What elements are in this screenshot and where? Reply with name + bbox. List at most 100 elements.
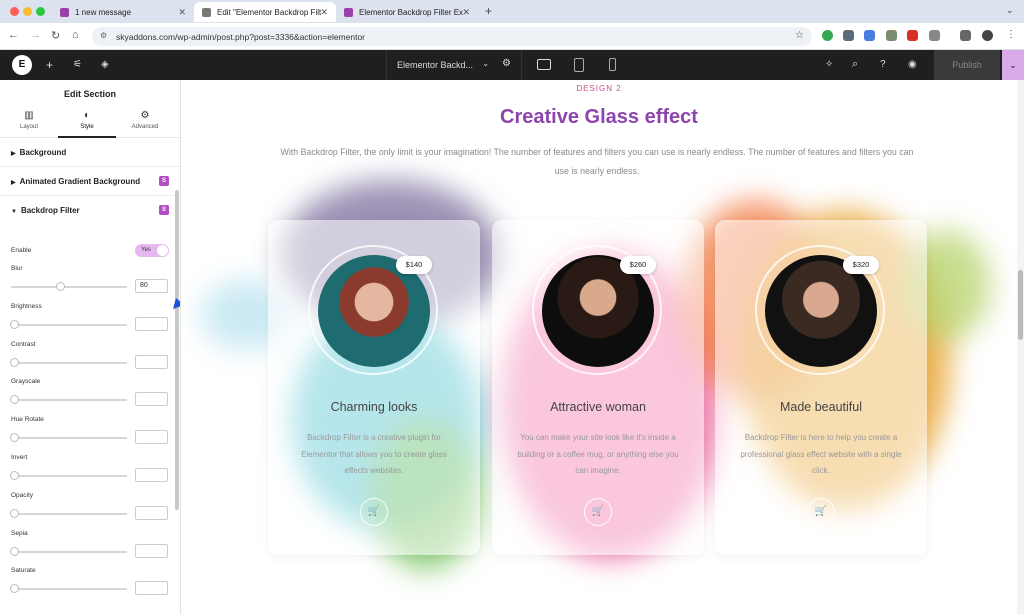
section-animated-gradient[interactable]: ▶ Animated Gradient Background S — [0, 167, 180, 196]
tab-list-chevron-icon[interactable]: ⌄ — [1006, 5, 1014, 16]
tab-label: Advanced — [131, 124, 159, 130]
control-value-input[interactable] — [135, 581, 168, 596]
control-label: Opacity — [11, 491, 34, 499]
control-slider[interactable] — [10, 471, 127, 480]
cart-button[interactable]: 🛒 — [584, 498, 612, 526]
back-icon[interactable]: ← — [8, 29, 19, 41]
home-icon[interactable]: ⌂ — [72, 29, 79, 41]
control-label: Blur — [11, 265, 23, 272]
page-title-dropdown[interactable]: Elementor Backd... ⌄ ⚙ — [386, 50, 522, 80]
new-tab-icon[interactable]: + — [485, 4, 492, 18]
enable-toggle[interactable]: Yes — [135, 244, 169, 257]
panel-scrollbar[interactable] — [175, 190, 179, 510]
slider-handle[interactable] — [10, 395, 19, 405]
desktop-view-icon[interactable] — [537, 59, 551, 70]
close-tab-icon[interactable]: ✕ — [320, 7, 328, 18]
control-value-input[interactable]: 80 — [135, 279, 168, 293]
product-card[interactable]: $320 Made beautiful Backdrop Filter is h… — [715, 220, 927, 555]
shield-extension-icon[interactable] — [843, 30, 854, 41]
slider-handle[interactable] — [56, 282, 66, 291]
close-window-icon[interactable] — [10, 7, 19, 16]
media-icon[interactable] — [960, 30, 971, 41]
close-tab-icon[interactable]: ✕ — [462, 7, 470, 18]
control-slider[interactable] — [10, 357, 127, 367]
caret-down-icon: ▼ — [11, 209, 17, 215]
product-card[interactable]: $140 Charming looks Backdrop Filter is a… — [268, 220, 480, 555]
control-slider[interactable] — [10, 508, 127, 518]
control-value-input[interactable] — [135, 316, 168, 331]
close-tab-icon[interactable]: ✕ — [178, 7, 186, 18]
canvas-scrollbar[interactable] — [1017, 80, 1024, 614]
preview-eye-icon[interactable]: ◉ — [908, 59, 917, 70]
chrome-extension-icon[interactable] — [822, 30, 833, 41]
tablet-view-icon[interactable] — [574, 58, 584, 72]
scrollbar-thumb[interactable] — [1018, 270, 1023, 340]
reload-icon[interactable]: ↻ — [51, 29, 60, 42]
puzzle-extensions-icon[interactable] — [929, 30, 940, 41]
tab-advanced[interactable]: ⚙ Advanced — [116, 110, 174, 130]
control-value-input[interactable] — [135, 505, 168, 520]
section-backdrop-filter[interactable]: ▼ Backdrop Filter S — [0, 196, 180, 225]
site-info-icon[interactable]: ⚙ — [100, 31, 107, 40]
publish-button[interactable]: Publish — [934, 50, 1000, 80]
control-slider[interactable] — [11, 282, 127, 291]
slider-handle[interactable] — [10, 508, 19, 518]
help-icon[interactable]: ? — [880, 59, 886, 70]
slider-handle[interactable] — [10, 433, 19, 443]
control-value-input[interactable] — [135, 430, 168, 445]
browser-menu-icon[interactable]: ⋮ — [1006, 29, 1016, 40]
browser-tab-3[interactable]: Elementor Backdrop Filter Ex ✕ — [336, 2, 478, 22]
url-text: skyaddons.com/wp-admin/post.php?post=333… — [116, 32, 366, 42]
control-slider[interactable] — [10, 546, 127, 556]
browser-tab-2[interactable]: Edit "Elementor Backdrop Filt ✕ — [194, 2, 336, 22]
control-label: Grayscale — [11, 378, 41, 386]
search-icon[interactable]: ⌕ — [852, 58, 858, 71]
slider-handle[interactable] — [10, 546, 19, 556]
minimize-window-icon[interactable] — [23, 7, 32, 16]
control-value-input[interactable] — [135, 468, 168, 482]
browser-tab-1[interactable]: 1 new message ✕ — [52, 2, 194, 22]
control-slider[interactable] — [10, 395, 127, 405]
tab-layout[interactable]: ▥ Layout — [0, 110, 58, 130]
chevron-down-icon: ⌄ — [482, 59, 489, 68]
section-description: With Backdrop Filter, the only limit is … — [280, 147, 914, 176]
profile-avatar[interactable] — [982, 30, 993, 41]
control-slider[interactable] — [10, 319, 127, 329]
notifications-icon[interactable]: ✧ — [825, 59, 833, 70]
control-value-input[interactable] — [135, 392, 168, 407]
elementor-logo-icon[interactable]: E — [12, 55, 32, 75]
bookmark-star-icon[interactable]: ☆ — [795, 30, 804, 41]
favicon-icon — [202, 7, 211, 17]
mobile-view-icon[interactable] — [609, 58, 616, 71]
cart-icon: 🛒 — [367, 506, 381, 517]
slider-handle[interactable] — [10, 357, 19, 367]
structure-layers-icon[interactable]: ◈ — [101, 59, 109, 70]
control-slider[interactable] — [10, 433, 127, 443]
forward-icon[interactable]: → — [30, 29, 41, 41]
slider-handle[interactable] — [10, 584, 19, 594]
slider-handle[interactable] — [10, 471, 19, 480]
site-settings-icon[interactable]: ⚟ — [73, 59, 82, 70]
slider-handle[interactable] — [10, 319, 19, 329]
layout-icon: ▥ — [24, 110, 34, 121]
control-slider[interactable] — [10, 584, 127, 594]
page-settings-gear-icon[interactable]: ⚙ — [502, 58, 511, 69]
translate-extension-icon[interactable] — [864, 30, 875, 41]
tab-style[interactable]: ◐ Style — [58, 110, 116, 138]
control-value-input[interactable] — [135, 354, 168, 369]
section-background[interactable]: ▶ Background — [0, 138, 180, 167]
product-card[interactable]: $260 Attractive woman You can make your … — [492, 220, 704, 555]
cart-button[interactable]: 🛒 — [807, 498, 835, 526]
favicon-icon — [344, 7, 353, 17]
toggle-value: Yes — [141, 247, 151, 253]
control-value-input[interactable] — [135, 543, 168, 558]
control-label: Invert — [11, 454, 28, 461]
extension-red-icon[interactable] — [907, 30, 918, 41]
extension-icon[interactable] — [886, 30, 897, 41]
maximize-window-icon[interactable] — [36, 7, 45, 16]
add-element-icon[interactable]: + — [46, 58, 53, 72]
url-field[interactable]: ⚙ skyaddons.com/wp-admin/post.php?post=3… — [92, 27, 812, 46]
card-text: You can make your site look like it's in… — [517, 433, 679, 475]
publish-options-chevron-icon[interactable]: ⌄ — [1002, 50, 1024, 80]
cart-button[interactable]: 🛒 — [360, 498, 388, 526]
